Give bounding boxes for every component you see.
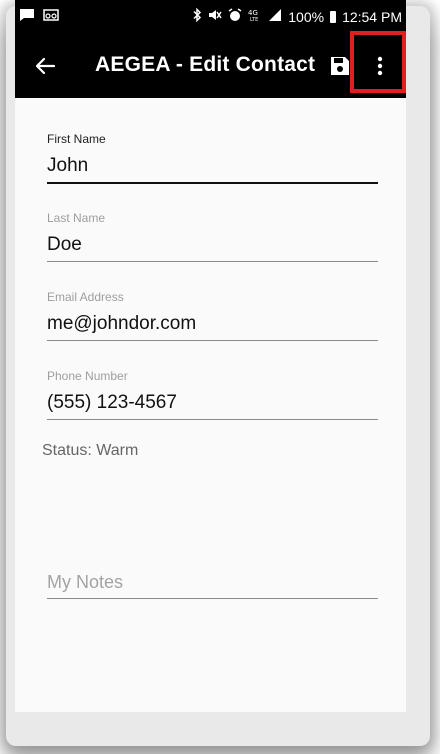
svg-text:LTE: LTE <box>250 17 258 22</box>
phone-field[interactable]: Phone Number (555) 123-4567 <box>47 369 378 420</box>
screenshot-stage: 4G LTE 100% 12:54 PM AEGEA - Edit Contac… <box>0 0 440 754</box>
last-name-label: Last Name <box>47 211 106 225</box>
message-icon <box>19 7 35 27</box>
alarm-icon <box>228 7 242 27</box>
save-button[interactable] <box>325 51 355 81</box>
floppy-disk-icon <box>331 57 349 75</box>
first-name-underline <box>47 182 378 184</box>
status-time: 12:54 PM <box>342 9 402 25</box>
arrow-left-icon <box>35 57 56 75</box>
email-input[interactable]: me@johndor.com <box>47 312 378 336</box>
first-name-field[interactable]: First Name John <box>47 132 378 184</box>
more-vertical-icon <box>377 56 383 76</box>
lte-icon: 4G LTE <box>248 7 262 27</box>
mute-icon <box>208 7 222 27</box>
phone-input[interactable]: (555) 123-4567 <box>47 391 378 415</box>
notes-input[interactable]: My Notes <box>47 571 378 593</box>
app-bar: AEGEA - Edit Contact <box>15 34 406 98</box>
status-bar-left <box>19 7 59 27</box>
last-name-underline <box>47 261 378 262</box>
notes-field[interactable]: My Notes <box>47 571 378 599</box>
status-bar-right: 4G LTE 100% 12:54 PM <box>192 7 402 27</box>
notes-underline <box>47 598 378 599</box>
status-label: Status: Warm <box>42 442 139 459</box>
email-label: Email Address <box>47 290 124 304</box>
email-underline <box>47 340 378 341</box>
battery-percent: 100% <box>288 9 325 25</box>
status-bar: 4G LTE 100% 12:54 PM <box>15 0 406 34</box>
phone-label: Phone Number <box>47 369 128 383</box>
phone-screen: 4G LTE 100% 12:54 PM AEGEA - Edit Contac… <box>15 0 406 712</box>
signal-icon <box>268 7 282 27</box>
svg-text:4G: 4G <box>248 9 258 17</box>
first-name-label: First Name <box>47 132 106 146</box>
back-button[interactable] <box>29 50 61 82</box>
overflow-menu-button[interactable] <box>365 50 395 82</box>
page-title: AEGEA - Edit Contact <box>95 53 316 76</box>
bluetooth-icon <box>192 7 202 27</box>
voicemail-icon <box>43 7 59 27</box>
email-field[interactable]: Email Address me@johndor.com <box>47 290 378 341</box>
last-name-input[interactable]: Doe <box>47 233 378 257</box>
last-name-field[interactable]: Last Name Doe <box>47 211 378 262</box>
first-name-input[interactable]: John <box>47 154 378 178</box>
battery-icon <box>330 11 337 23</box>
phone-underline <box>47 419 378 420</box>
